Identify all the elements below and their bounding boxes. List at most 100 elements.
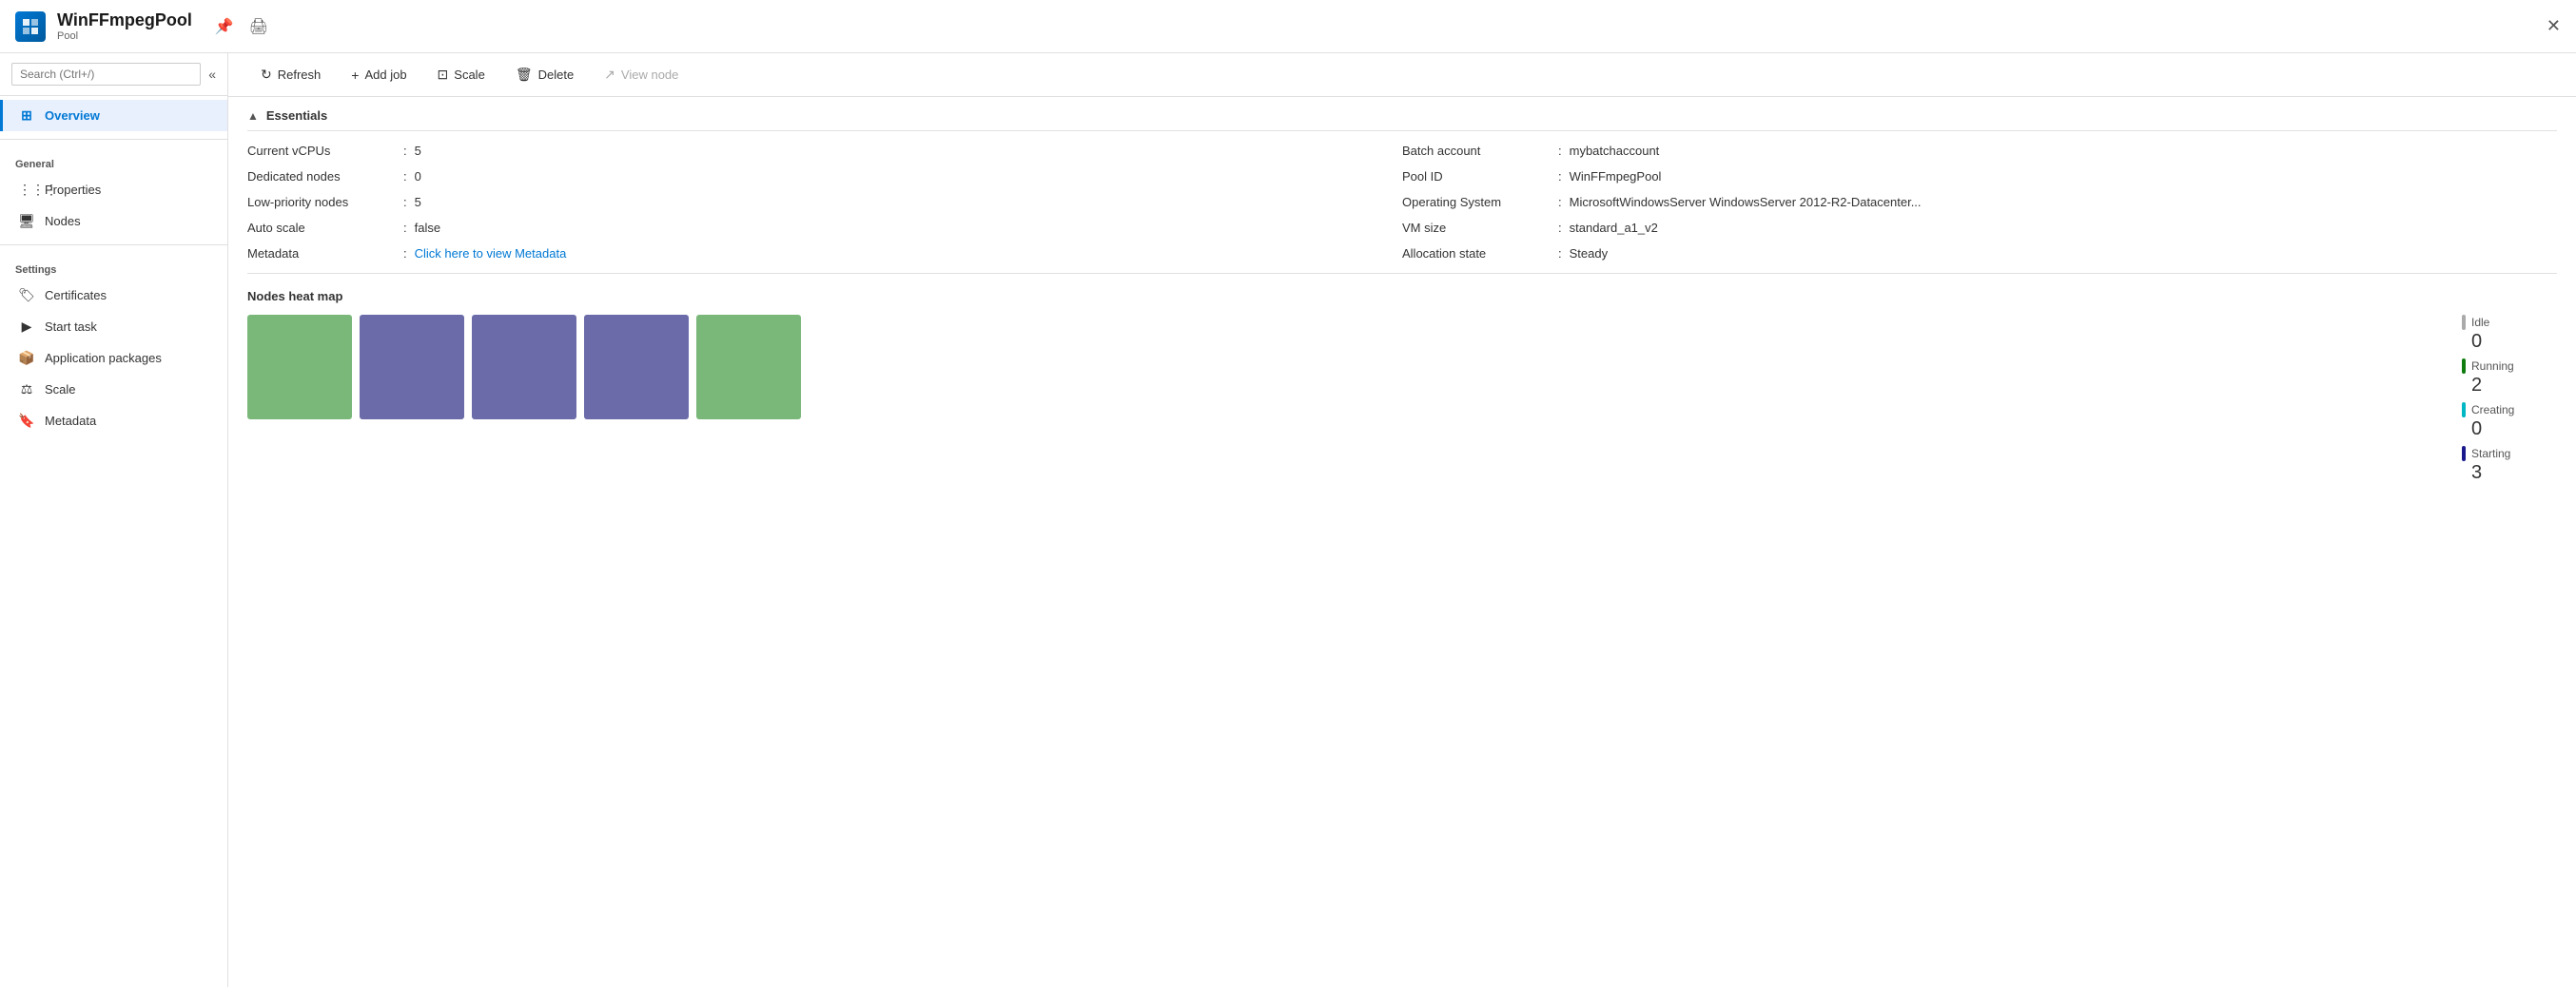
- essentials-left-col: Current vCPUs:5Dedicated nodes:0Low-prio…: [247, 139, 1402, 265]
- sidebar-app-packages-label: Application packages: [45, 351, 162, 365]
- delete-label: Delete: [538, 68, 575, 82]
- sidebar-properties-label: Properties: [45, 183, 101, 197]
- header-icons: 📌 🖨: [211, 13, 272, 40]
- main-layout: « ⊞ Overview General ⋮⋮⋮ Properties 🖥 No…: [0, 53, 2576, 987]
- heatmap-node-2[interactable]: [472, 315, 576, 419]
- essentials-colon: :: [1558, 246, 1562, 261]
- sidebar-item-properties[interactable]: ⋮⋮⋮ Properties: [0, 174, 227, 205]
- essentials-value: standard_a1_v2: [1570, 221, 1658, 235]
- certificates-icon: 🏷: [18, 287, 35, 303]
- essentials-colon: :: [403, 246, 407, 261]
- toolbar: ↻ Refresh + Add job ⊡ Scale 🗑 Delete ↗ V…: [228, 53, 2576, 97]
- legend-item: Starting3: [2462, 446, 2557, 484]
- essentials-row: Batch account: mybatchaccount: [1402, 139, 2557, 163]
- essentials-value: mybatchaccount: [1570, 144, 1660, 158]
- heatmap-node-3[interactable]: [584, 315, 689, 419]
- refresh-button[interactable]: ↻ Refresh: [247, 61, 334, 88]
- essentials-label: Operating System: [1402, 195, 1554, 209]
- legend-item: Idle 0: [2462, 315, 2557, 353]
- general-section-header: General: [0, 147, 227, 174]
- essentials-colon: :: [403, 195, 407, 209]
- essentials-colon: :: [403, 169, 407, 184]
- essentials-row: VM size: standard_a1_v2: [1402, 216, 2557, 240]
- legend-item: Creating0: [2462, 402, 2557, 440]
- essentials-value: false: [415, 221, 440, 235]
- heatmap-node-4[interactable]: [696, 315, 801, 419]
- print-button[interactable]: 🖨: [245, 13, 272, 40]
- legend-label: Idle: [2471, 316, 2489, 329]
- essentials-colon: :: [403, 144, 407, 158]
- essentials-label: Metadata: [247, 246, 400, 261]
- essentials-label: Auto scale: [247, 221, 400, 235]
- essentials-row: Low-priority nodes:5: [247, 190, 1402, 214]
- header-title-block: WinFFmpegPool Pool: [57, 10, 192, 42]
- scale-icon: ⚖: [18, 381, 35, 397]
- sidebar-search-area: «: [0, 53, 227, 96]
- essentials-colon: :: [1558, 221, 1562, 235]
- legend-color-bar: [2462, 402, 2466, 417]
- sidebar-item-start-task[interactable]: ▶ Start task: [0, 311, 227, 342]
- essentials-right-col: Batch account: mybatchaccount Pool ID:WinF…: [1402, 139, 2557, 265]
- sidebar-item-application-packages[interactable]: 📦 Application packages: [0, 342, 227, 374]
- essentials-value[interactable]: Click here to view Metadata: [415, 246, 567, 261]
- sidebar-item-certificates[interactable]: 🏷 Certificates: [0, 280, 227, 311]
- essentials-header[interactable]: ▲ Essentials: [247, 97, 2557, 131]
- sidebar-scale-label: Scale: [45, 382, 76, 397]
- sidebar-item-scale[interactable]: ⚖ Scale: [0, 374, 227, 405]
- essentials-row: Allocation state:Steady: [1402, 242, 2557, 265]
- legend-count: 2: [2471, 375, 2557, 397]
- essentials-colon: :: [403, 221, 407, 235]
- sidebar-start-task-label: Start task: [45, 319, 97, 334]
- essentials-label: Batch account: [1402, 144, 1554, 158]
- page-title: WinFFmpegPool: [57, 10, 192, 30]
- essentials-label: Current vCPUs: [247, 144, 400, 158]
- heatmap-section: Nodes heat map Idle 0 Running2 Creating0 Sta…: [228, 274, 2576, 503]
- essentials-label: Dedicated nodes: [247, 169, 400, 184]
- view-node-button[interactable]: ↗ View node: [591, 61, 692, 88]
- refresh-label: Refresh: [278, 68, 322, 82]
- legend-item: Running2: [2462, 358, 2557, 397]
- essentials-row: Pool ID:WinFFmpegPool: [1402, 164, 2557, 188]
- essentials-value: 5: [415, 195, 421, 209]
- close-button[interactable]: ✕: [2547, 16, 2561, 36]
- main-content: ↻ Refresh + Add job ⊡ Scale 🗑 Delete ↗ V…: [228, 53, 2576, 987]
- sidebar: « ⊞ Overview General ⋮⋮⋮ Properties 🖥 No…: [0, 53, 228, 987]
- properties-icon: ⋮⋮⋮: [18, 182, 35, 198]
- overview-icon: ⊞: [18, 107, 35, 124]
- essentials-colon: :: [1558, 144, 1562, 158]
- sidebar-item-overview[interactable]: ⊞ Overview: [0, 100, 227, 131]
- start-task-icon: ▶: [18, 319, 35, 335]
- scale-button[interactable]: ⊡ Scale: [424, 61, 498, 88]
- heatmap-node-1[interactable]: [360, 315, 464, 419]
- essentials-row: Dedicated nodes:0: [247, 164, 1402, 188]
- legend-count: 0: [2471, 331, 2557, 353]
- essentials-value: 5: [415, 144, 421, 158]
- sidebar-overview-label: Overview: [45, 108, 100, 123]
- sidebar-item-nodes[interactable]: 🖥 Nodes: [0, 205, 227, 237]
- essentials-label: Pool ID: [1402, 169, 1554, 184]
- essentials-section: ▲ Essentials Current vCPUs:5Dedicated no…: [228, 97, 2576, 273]
- refresh-icon: ↻: [261, 67, 272, 83]
- essentials-label: Allocation state: [1402, 246, 1554, 261]
- sidebar-nodes-label: Nodes: [45, 214, 81, 228]
- add-job-button[interactable]: + Add job: [338, 62, 420, 88]
- legend-count: 3: [2471, 462, 2557, 484]
- delete-button[interactable]: 🗑 Delete: [502, 61, 587, 88]
- essentials-label: VM size: [1402, 221, 1554, 235]
- heatmap-title: Nodes heat map: [247, 274, 2557, 315]
- heatmap-legend: Idle 0 Running2 Creating0 Starting3: [2462, 315, 2557, 484]
- essentials-row: Metadata: Click here to view Metadata: [247, 242, 1402, 265]
- heatmap-nodes: [247, 315, 801, 419]
- top-header: WinFFmpegPool Pool 📌 🖨 ✕: [0, 0, 2576, 53]
- pin-button[interactable]: 📌: [211, 13, 238, 40]
- search-input[interactable]: [11, 63, 201, 86]
- metadata-icon: 🔖: [18, 413, 35, 429]
- essentials-row: Current vCPUs:5: [247, 139, 1402, 163]
- sidebar-item-metadata[interactable]: 🔖 Metadata: [0, 405, 227, 436]
- essentials-value: MicrosoftWindowsServer WindowsServer 201…: [1570, 195, 1922, 209]
- collapse-button[interactable]: «: [208, 67, 216, 82]
- page-subtitle: Pool: [57, 30, 192, 42]
- legend-color-bar: [2462, 315, 2466, 330]
- legend-label: Creating: [2471, 403, 2514, 416]
- heatmap-node-0[interactable]: [247, 315, 352, 419]
